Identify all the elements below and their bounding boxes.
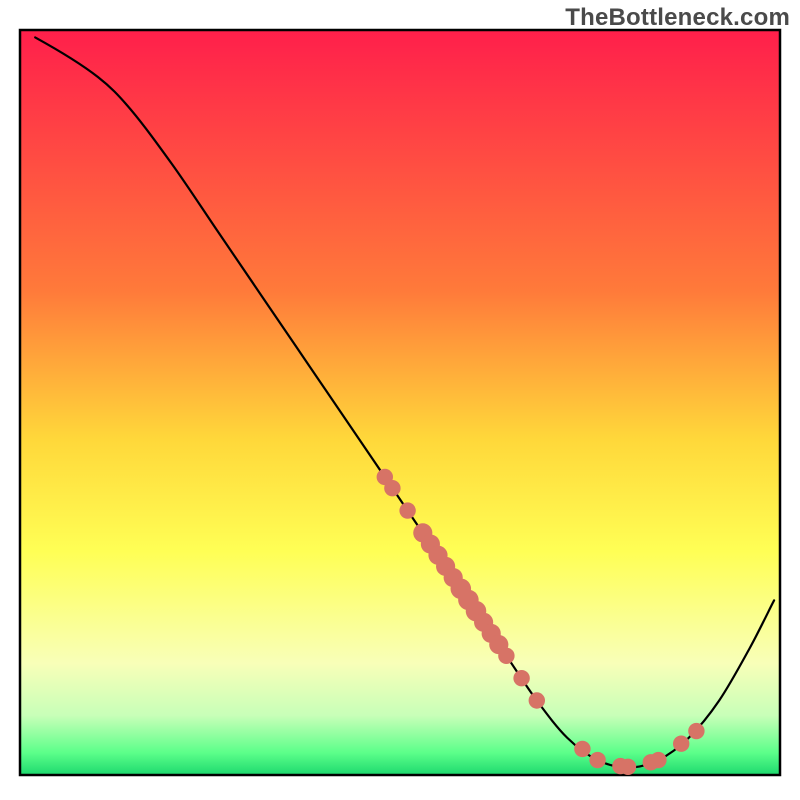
data-marker — [513, 670, 529, 686]
data-marker — [620, 759, 636, 775]
data-marker — [574, 741, 590, 757]
data-marker — [688, 723, 704, 739]
data-marker — [498, 648, 514, 664]
data-marker — [673, 736, 689, 752]
plot-border — [20, 30, 780, 775]
data-marker — [529, 692, 545, 708]
data-marker — [384, 480, 400, 496]
data-marker — [589, 752, 605, 768]
data-marker — [399, 502, 415, 518]
watermark-text: TheBottleneck.com — [565, 4, 790, 32]
chart-svg — [0, 0, 800, 800]
chart-stage: TheBottleneck.com — [0, 0, 800, 800]
data-marker — [650, 752, 666, 768]
